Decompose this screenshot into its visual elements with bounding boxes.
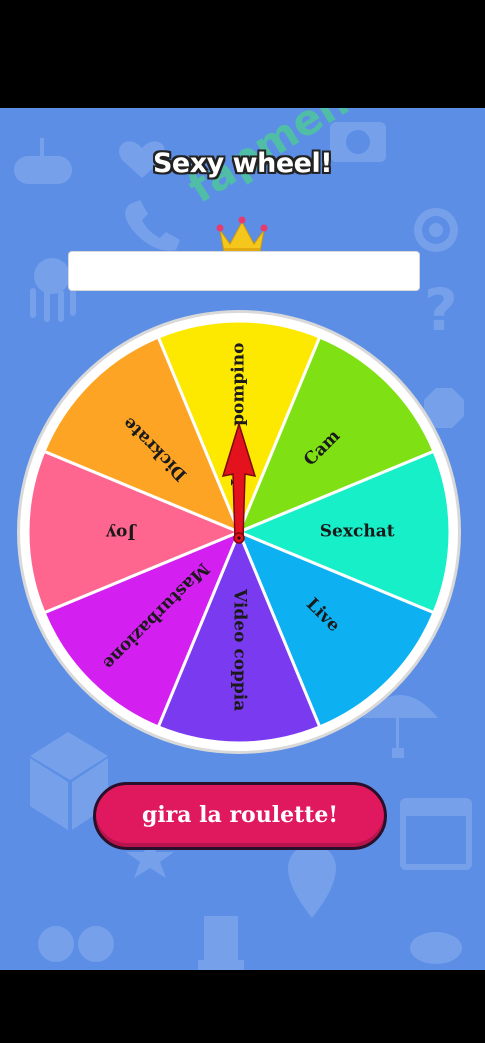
name-input[interactable] bbox=[68, 251, 420, 291]
spin-button[interactable]: gira la roulette! bbox=[93, 782, 387, 850]
wheel-segment-label: Joy bbox=[105, 523, 137, 543]
wheel-segment-label: Video coppia bbox=[230, 588, 250, 711]
binoculars-icon bbox=[38, 926, 114, 962]
crab-icon bbox=[410, 932, 462, 964]
app-screen: ? Sexy wheel! Video pompino Cam Sexchat … bbox=[0, 108, 485, 970]
navigation-bar bbox=[0, 970, 485, 1043]
crown-icon bbox=[216, 216, 268, 254]
phone-icon bbox=[125, 200, 180, 251]
calendar-icon bbox=[400, 798, 472, 870]
page-title: Sexy wheel! bbox=[152, 148, 333, 179]
chess-rook-icon bbox=[198, 916, 244, 970]
map-pin-icon bbox=[288, 844, 336, 918]
wheel-segment-label: Sexchat bbox=[320, 522, 395, 542]
target-icon bbox=[414, 208, 458, 252]
roulette-wheel[interactable]: Video pompino CamSexchatLiveVideo coppiaM… bbox=[15, 308, 463, 756]
status-bar bbox=[0, 0, 485, 108]
